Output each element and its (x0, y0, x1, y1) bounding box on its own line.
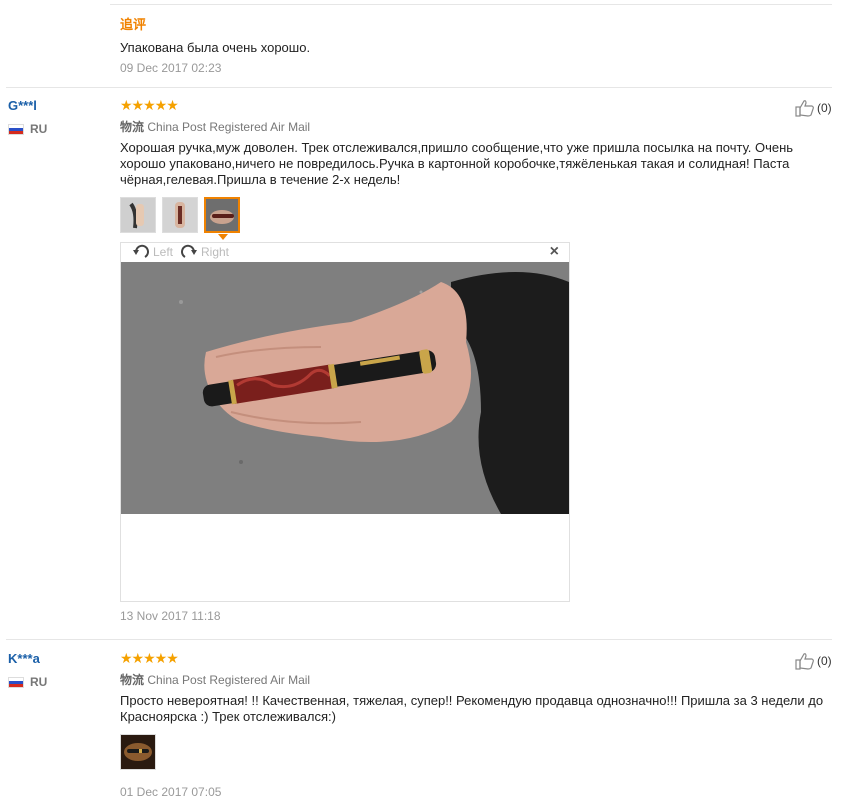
shipping-method: China Post Registered Air Mail (147, 673, 311, 687)
reviewer-country: RU (8, 675, 47, 689)
helpful-count: (0) (817, 101, 832, 115)
shipping-info: 物流 China Post Registered Air Mail (120, 671, 310, 688)
country-code: RU (30, 675, 48, 689)
star-rating: ★★★★★ (120, 97, 179, 113)
reviewer-country: RU (8, 122, 47, 136)
thumbs-up-icon (795, 100, 814, 117)
star-rating: ★★★★★ (120, 650, 179, 666)
close-viewer-button[interactable]: × (550, 243, 559, 261)
rotate-left-button[interactable]: Left (131, 243, 173, 261)
shipping-label: 物流 (120, 120, 145, 134)
review-photo-thumbnail[interactable] (120, 734, 156, 770)
review-text: Хорошая ручка,муж доволен. Трек отслежив… (120, 140, 794, 187)
review-photo-thumbnail[interactable] (162, 197, 198, 233)
rotate-left-label: Left (153, 245, 174, 259)
separator (6, 87, 832, 88)
review-photo-large (121, 262, 569, 514)
additional-feedback-label: 追评 (120, 17, 147, 32)
rotate-right-button[interactable]: Right (179, 243, 229, 261)
rotate-left-icon (133, 244, 149, 258)
shipping-label: 物流 (120, 673, 145, 687)
selected-thumbnail-arrow (218, 234, 228, 240)
helpful-button[interactable]: (0) (795, 652, 832, 670)
reviewer-name[interactable]: G***l (8, 98, 37, 113)
review-text: Просто невероятная! !! Качественная, тяж… (120, 693, 824, 724)
rotate-right-label: Right (201, 245, 230, 259)
country-code: RU (30, 122, 48, 136)
helpful-button[interactable]: (0) (795, 99, 832, 117)
separator (110, 4, 832, 5)
russia-flag-icon (8, 123, 24, 135)
review-date: 01 Dec 2017 07:05 (120, 785, 222, 799)
shipping-method: China Post Registered Air Mail (147, 120, 311, 134)
shipping-info: 物流 China Post Registered Air Mail (120, 118, 310, 135)
russia-flag-icon (8, 676, 24, 688)
photo-viewer: Left Right × (120, 242, 570, 602)
photo-viewer-toolbar: Left Right × (121, 243, 569, 262)
review-date: 13 Nov 2017 11:18 (120, 609, 221, 623)
additional-feedback-text: Упакована была очень хорошо. (120, 40, 311, 55)
additional-feedback-date: 09 Dec 2017 02:23 (120, 61, 222, 75)
rotate-right-icon (181, 244, 197, 258)
helpful-count: (0) (817, 654, 832, 668)
review-photo-thumbnail[interactable] (120, 197, 156, 233)
separator (6, 639, 832, 640)
reviewer-name[interactable]: K***a (8, 651, 40, 666)
review-photo-thumbnail-selected[interactable] (204, 197, 240, 233)
thumbs-up-icon (795, 653, 814, 670)
